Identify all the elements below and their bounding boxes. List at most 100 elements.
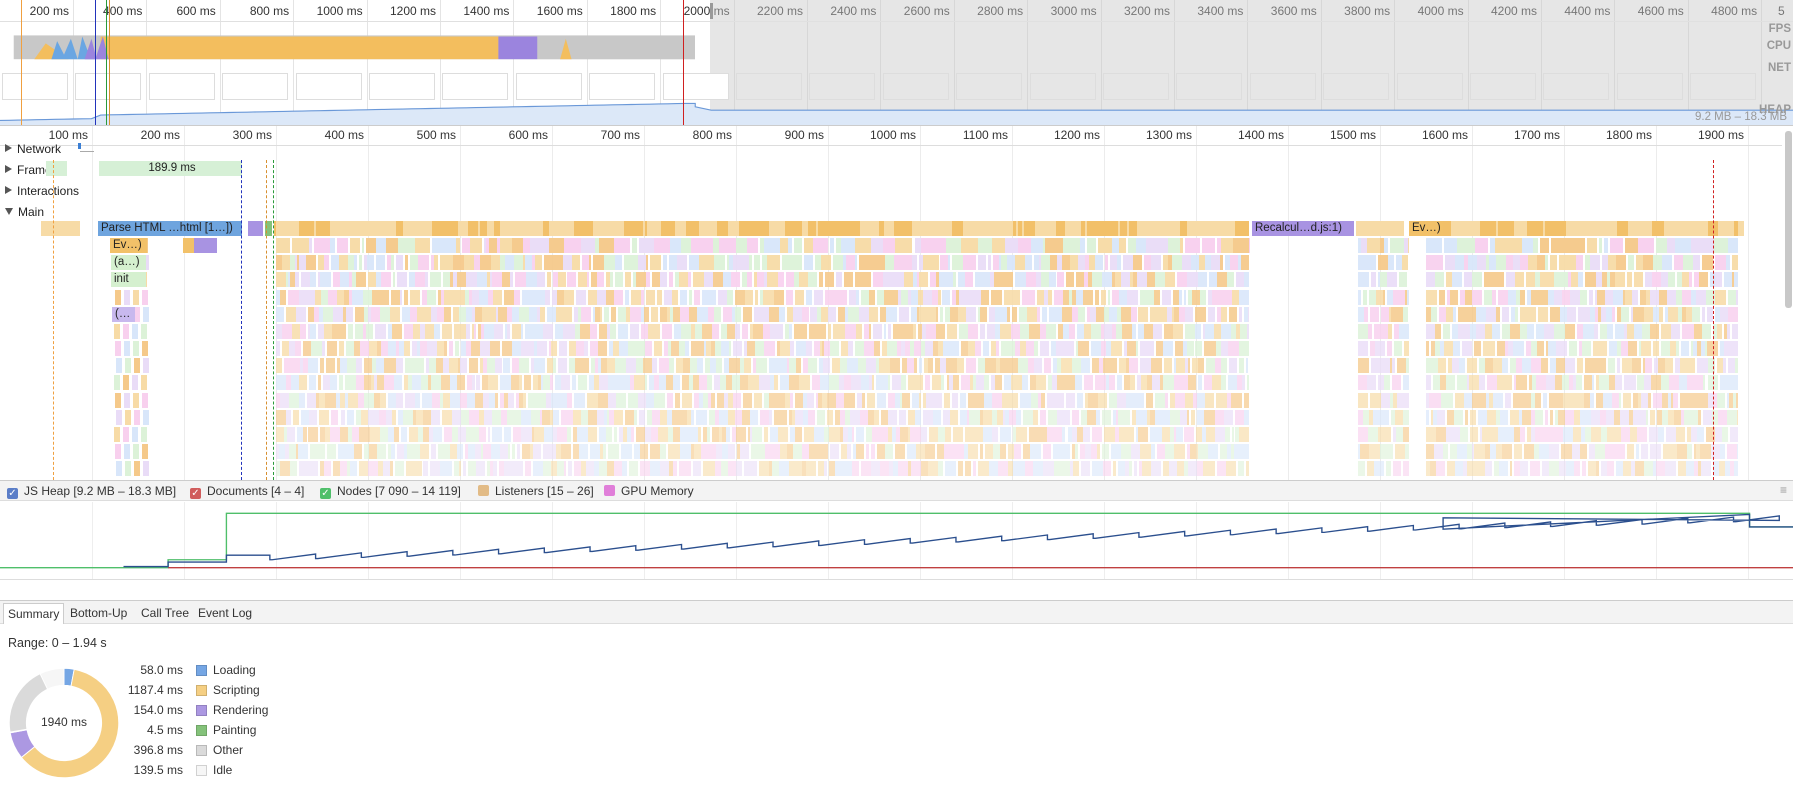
flame-slice[interactable] [1205,358,1216,374]
flame-slice[interactable] [1443,323,1450,339]
flame-slice[interactable] [282,323,292,339]
flame-slice[interactable] [481,306,489,322]
flame-slice[interactable] [861,392,866,408]
flame-slice[interactable] [846,221,861,236]
flame-slice[interactable] [1245,461,1249,477]
flame-slice[interactable] [1732,341,1738,357]
flame-slice[interactable] [1244,443,1249,459]
flame-slice[interactable] [755,221,769,236]
flame-slice[interactable] [1220,323,1231,339]
flame-slice[interactable] [1007,306,1011,322]
flame-slice[interactable] [1434,323,1442,339]
flame-slice[interactable] [866,358,876,374]
flame-slice[interactable] [368,409,379,425]
flame-slice[interactable] [487,426,491,442]
flame-slice[interactable] [1137,272,1147,288]
flame-slice[interactable] [514,255,523,271]
flame-slice[interactable] [675,358,683,374]
flame-slice[interactable] [484,323,494,339]
flame-slice[interactable] [405,392,415,408]
flame-slice[interactable] [1247,375,1249,391]
anonymous-function-block[interactable]: (a…) [111,255,146,270]
flame-slice[interactable] [1080,358,1090,374]
flame-slice[interactable] [794,323,802,339]
flame-slice[interactable] [483,443,491,459]
flame-slice[interactable] [296,306,307,322]
flame-slice[interactable] [581,306,591,322]
flame-slice[interactable] [488,306,496,322]
flame-slice[interactable] [319,409,330,425]
flame-slice[interactable] [563,289,575,305]
flame-slice[interactable] [872,375,875,391]
flame-slice[interactable] [1016,426,1027,442]
flame-slice[interactable] [1614,375,1622,391]
flame-slice[interactable] [911,255,918,271]
flame-slice[interactable] [289,461,297,477]
flame-slice[interactable] [1378,358,1390,374]
flame-slice[interactable] [415,238,431,254]
flame-slice[interactable] [1061,426,1066,442]
flame-slice[interactable] [580,221,593,236]
flame-slice[interactable] [993,272,1004,288]
flame-slice[interactable] [854,255,858,271]
flame-slice[interactable] [651,306,659,322]
flame-slice[interactable] [1573,461,1581,477]
flame-slice[interactable] [1057,375,1067,391]
flame-slice[interactable] [702,461,713,477]
flame-slice[interactable] [894,238,913,254]
flame-slice[interactable] [696,358,703,374]
flame-slice[interactable] [499,238,512,254]
flame-slice[interactable] [993,443,1001,459]
flame-slice[interactable] [939,255,949,271]
flame-slice[interactable] [922,409,933,425]
flame-slice[interactable] [566,306,572,322]
flame-slice[interactable] [856,426,865,442]
flame-slice[interactable] [1702,375,1706,391]
flame-slice[interactable] [354,255,358,271]
flame-slice[interactable] [1028,426,1038,442]
flame-slice[interactable] [323,255,330,271]
flame-slice[interactable] [606,461,615,477]
flame-slice[interactable] [1404,443,1409,459]
flame-slice[interactable] [1599,323,1608,339]
flame-slice[interactable] [1736,323,1738,339]
flame-slice[interactable] [1492,323,1501,339]
flame-slice[interactable] [1642,255,1653,271]
flame-slice[interactable] [596,289,606,305]
flame-slice[interactable] [1367,238,1381,254]
flame-slice[interactable] [1500,409,1509,425]
flame-slice[interactable] [972,426,984,442]
flame-slice[interactable] [559,341,568,357]
flame-slice[interactable] [899,306,909,322]
flame-slice[interactable] [515,272,527,288]
flame-slice[interactable] [1244,272,1249,288]
flame-slice[interactable] [363,358,373,374]
flame-slice[interactable] [1381,392,1391,408]
flame-slice[interactable] [532,443,541,459]
flame-slice[interactable] [562,255,573,271]
flame-slice[interactable] [545,289,550,305]
flame-slice[interactable] [1610,238,1623,254]
counter-toggle[interactable]: ✓ Documents [4 – 4] [190,484,304,499]
flame-slice[interactable] [1059,461,1071,477]
counter-toggle[interactable]: GPU Memory [604,484,694,498]
flame-slice[interactable] [1686,461,1694,477]
flame-slice[interactable] [548,238,564,254]
flame-slice[interactable] [923,255,932,271]
flame-slice[interactable] [492,426,503,442]
flame-slice[interactable] [384,375,394,391]
flame-slice[interactable] [1374,392,1382,408]
flame-slice[interactable] [1216,461,1227,477]
flame-slice[interactable] [567,426,571,442]
flame-slice[interactable] [1061,358,1072,374]
flame-slice[interactable] [982,409,992,425]
flame-slice[interactable] [542,221,549,236]
flame-slice[interactable] [1042,443,1051,459]
flame-slice[interactable] [1007,358,1019,374]
flame-slice[interactable] [511,323,521,339]
flame-slice[interactable] [1017,238,1031,254]
flame-slice[interactable] [953,341,959,357]
flame-slice[interactable] [1139,443,1151,459]
flame-slice[interactable] [1016,461,1026,477]
flame-slice[interactable] [845,255,855,271]
